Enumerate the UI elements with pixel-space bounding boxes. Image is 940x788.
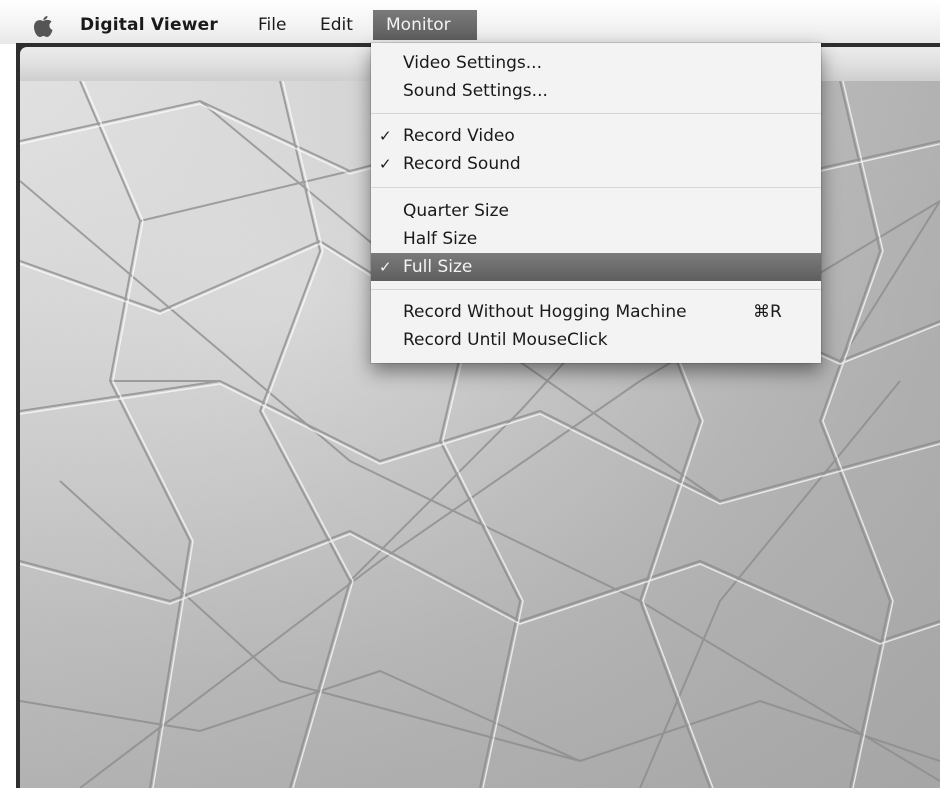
app-menu-digital-viewer[interactable]: Digital Viewer — [80, 10, 218, 40]
menu-item-label: Record Video — [403, 126, 515, 146]
menu-item-label: Full Size — [403, 257, 473, 277]
menu-item-record-until-mouseclick[interactable]: Record Until MouseClick — [371, 326, 821, 354]
menu-file[interactable]: File — [258, 10, 286, 40]
menu-item-record-video[interactable]: ✓ Record Video — [371, 122, 821, 150]
menu-separator — [371, 289, 821, 290]
menu-monitor[interactable]: Monitor — [373, 10, 477, 40]
checkmark-icon: ✓ — [379, 127, 392, 145]
menu-item-label: Half Size — [403, 229, 478, 249]
menu-item-record-without-hogging[interactable]: Record Without Hogging Machine ⌘R — [371, 298, 821, 326]
menu-item-full-size[interactable]: ✓ Full Size — [371, 253, 821, 281]
apple-logo-icon[interactable] — [30, 13, 56, 39]
menu-item-label: Record Without Hogging Machine — [403, 302, 687, 322]
menu-item-sound-settings[interactable]: Sound Settings... — [371, 77, 821, 105]
menu-item-label: Quarter Size — [403, 201, 509, 221]
monitor-menu-dropdown: Video Settings... Sound Settings... ✓ Re… — [371, 43, 821, 363]
menu-item-label: Sound Settings... — [403, 81, 548, 101]
menu-separator — [371, 187, 821, 188]
menu-edit[interactable]: Edit — [320, 10, 353, 40]
menu-item-video-settings[interactable]: Video Settings... — [371, 49, 821, 77]
menu-item-quarter-size[interactable]: Quarter Size — [371, 197, 821, 225]
menu-item-record-sound[interactable]: ✓ Record Sound — [371, 150, 821, 178]
menu-item-label: Video Settings... — [403, 53, 542, 73]
menu-item-half-size[interactable]: Half Size — [371, 225, 821, 253]
checkmark-icon: ✓ — [379, 155, 392, 173]
menu-item-label: Record Sound — [403, 154, 521, 174]
menu-bar: Digital Viewer File Edit Monitor — [0, 0, 940, 44]
checkmark-icon: ✓ — [379, 258, 392, 276]
menu-item-label: Record Until MouseClick — [403, 330, 608, 350]
keyboard-shortcut: ⌘R — [753, 302, 782, 322]
menu-separator — [371, 113, 821, 114]
